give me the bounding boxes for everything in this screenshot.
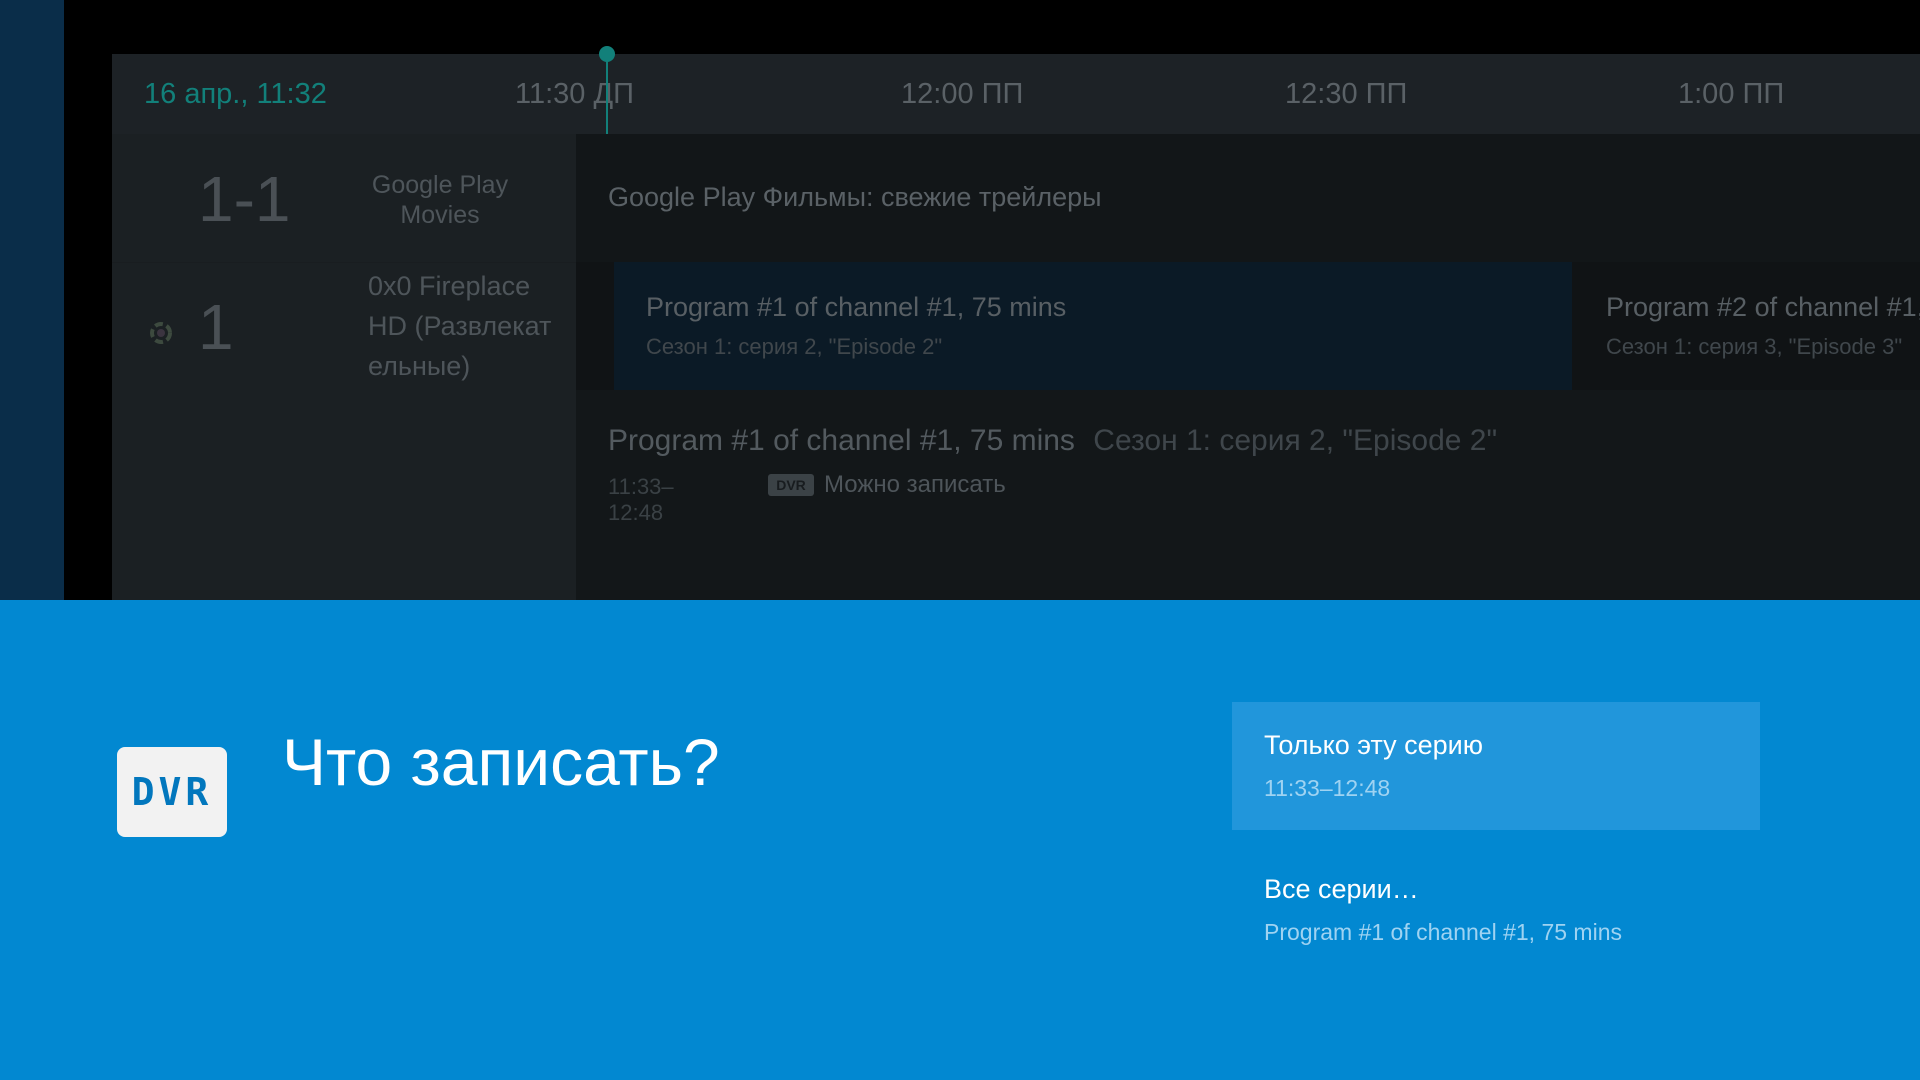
live-tv-screen: 16 апр., 11:32 11:30 ДП 12:00 ПП 12:30 П… [0, 0, 1920, 1080]
dvr-status: Можно записать [824, 471, 1006, 498]
time-slot-1130: 11:30 ДП [515, 78, 634, 110]
channel-name-line: ельные) [368, 351, 471, 381]
dvr-badge: DVR [768, 474, 814, 496]
action-title: Все серии… [1264, 874, 1419, 904]
side-strip [0, 0, 64, 600]
program-row-1: Google Play Фильмы: свежие трейлеры [576, 134, 1920, 262]
channel-logo-icon [150, 322, 172, 344]
program-episode: Сезон 1: серия 3, "Episode 3" [1606, 334, 1903, 359]
current-time-dot [599, 46, 615, 62]
program-title[interactable]: Google Play Фильмы: свежие трейлеры [608, 182, 1102, 213]
details-title-line: Program #1 of channel #1, 75 mins Сезон … [608, 424, 1497, 458]
action-subtitle: 11:33–12:48 [1264, 775, 1391, 801]
program-guide: 16 апр., 11:32 11:30 ДП 12:00 ПП 12:30 П… [112, 46, 1920, 600]
dvr-icon: DVR [117, 747, 227, 837]
program-block-focused[interactable]: Program #1 of channel #1, 75 mins Сезон … [614, 262, 1572, 390]
google-play-movies-logo: Google Play Movies [370, 170, 510, 230]
channel-name: 0x0 Fireplace HD (Развлекат ельные) [368, 266, 568, 386]
action-subtitle: Program #1 of channel #1, 75 mins [1264, 919, 1622, 945]
dvr-dialog: DVR Что записать? Только эту серию 11:33… [0, 600, 1920, 1080]
guide-timebar: 16 апр., 11:32 11:30 ДП 12:00 ПП 12:30 П… [112, 46, 1920, 134]
details-time: 11:33–12:48 [608, 474, 674, 525]
channel-number: 1-1 [198, 163, 291, 235]
time-slot-1200: 12:00 ПП [901, 78, 1024, 110]
program-title: Program #2 of channel #1, 9 [1606, 292, 1920, 322]
channel-number: 1 [198, 291, 234, 363]
dialog-title: Что записать? [282, 725, 720, 799]
channel-row-2[interactable]: 1 0x0 Fireplace HD (Развлекат ельные) [112, 262, 576, 390]
details-title: Program #1 of channel #1, 75 mins [608, 424, 1075, 457]
time-slot-100: 1:00 ПП [1678, 78, 1785, 110]
details-episode: Сезон 1: серия 2, "Episode 2" [1093, 424, 1498, 457]
action-title: Только эту серию [1264, 730, 1483, 760]
record-all-episodes-button[interactable]: Все серии… Program #1 of channel #1, 75 … [1232, 846, 1760, 974]
channel-row-1[interactable]: 1-1 Google Play Movies [112, 134, 576, 262]
logo-line-1: Google Play [371, 171, 509, 199]
current-datetime: 16 апр., 11:32 [144, 78, 327, 110]
current-time-indicator [606, 54, 608, 134]
time-slot-1230: 12:30 ПП [1285, 78, 1408, 110]
record-this-episode-button[interactable]: Только эту серию 11:33–12:48 [1232, 702, 1760, 830]
program-title: Program #1 of channel #1, 75 mins [646, 292, 1067, 322]
program-block[interactable]: Program #2 of channel #1, 9 Сезон 1: сер… [1574, 262, 1920, 390]
program-episode: Сезон 1: серия 2, "Episode 2" [646, 334, 943, 359]
channel-name-line: 0x0 Fireplace [368, 271, 531, 301]
channel-name-line: HD (Развлекат [368, 311, 552, 341]
logo-line-2: Movies [400, 201, 480, 229]
